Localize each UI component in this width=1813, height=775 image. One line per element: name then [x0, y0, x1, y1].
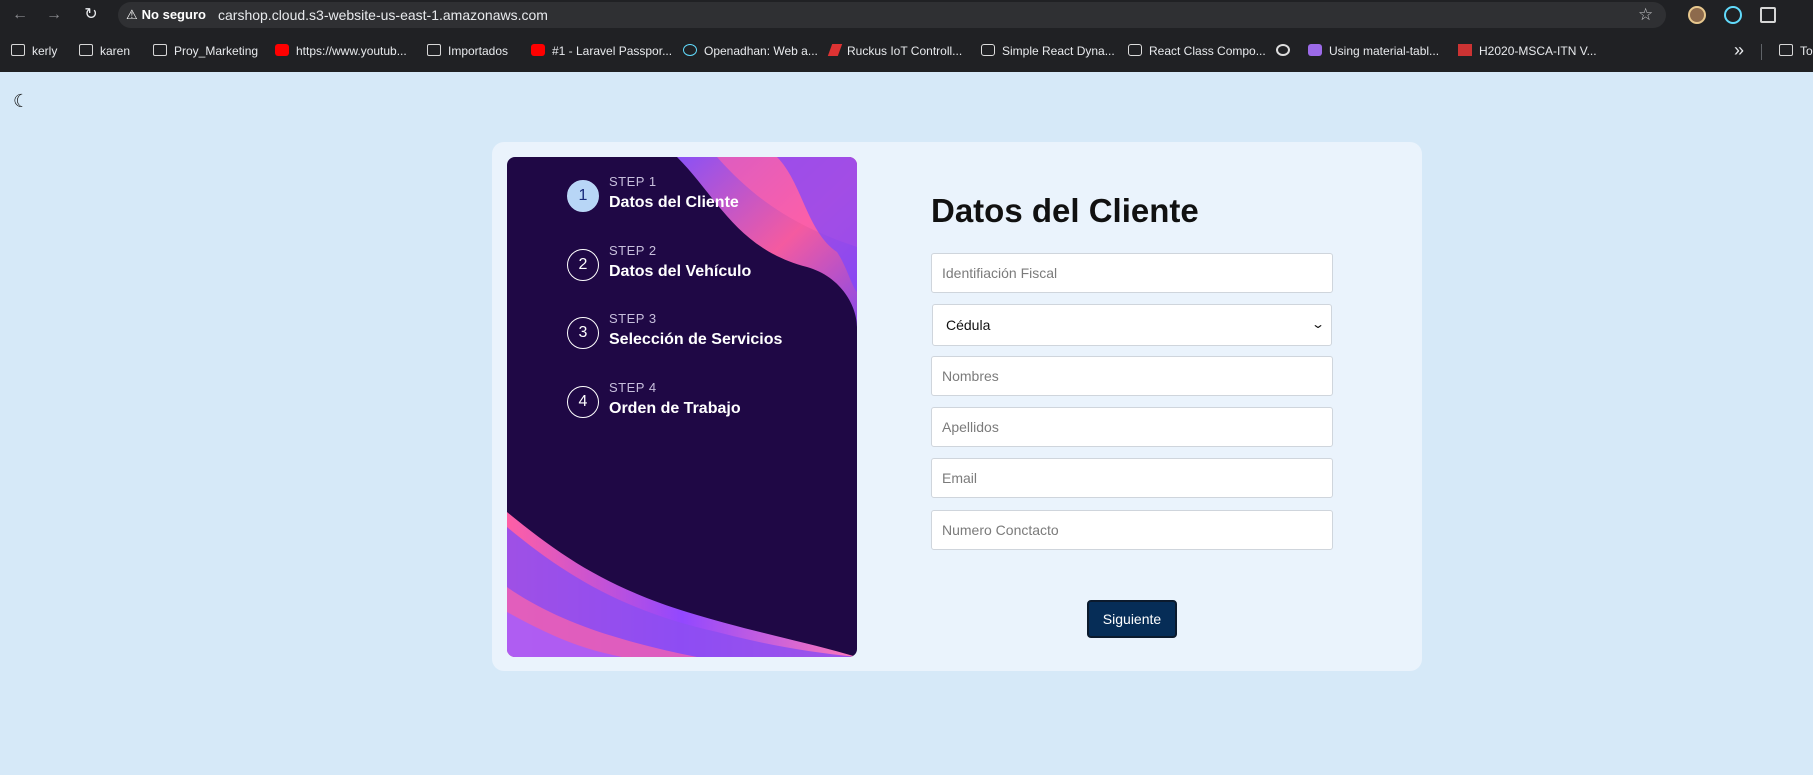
step-3-number: 3	[567, 317, 599, 349]
step-3[interactable]: 3 STEP 3 Selección de Servicios	[567, 311, 847, 367]
step-2-title: Datos del Vehículo	[609, 263, 752, 280]
step-4-kicker: STEP 4	[609, 380, 657, 395]
contact-number-input[interactable]	[931, 510, 1333, 550]
extensions-icon[interactable]	[1760, 7, 1776, 23]
warning-icon: ⚠	[126, 7, 138, 22]
document-type-select[interactable]: Cédula ⌄	[932, 304, 1332, 346]
bookmark-proy-marketing[interactable]: Proy_Marketing	[153, 42, 258, 60]
bookmark-label: #1 - Laravel Passpor...	[552, 44, 673, 58]
forward-icon[interactable]: →	[45, 6, 63, 24]
codesandbox-icon	[1128, 44, 1142, 56]
email-input[interactable]	[931, 458, 1333, 498]
bookmark-label: H2020-MSCA-ITN V...	[1479, 44, 1597, 58]
bookmark-kerly[interactable]: kerly	[11, 42, 57, 60]
youtube-icon	[275, 44, 289, 56]
step-4-title: Orden de Trabajo	[609, 400, 741, 417]
more-bookmarks-icon[interactable]: »	[1734, 41, 1744, 59]
bookmarks-separator	[1761, 44, 1762, 60]
profile-avatar-icon[interactable]	[1688, 6, 1706, 24]
globe-icon	[1276, 44, 1290, 56]
step-4[interactable]: 4 STEP 4 Orden de Trabajo	[567, 380, 847, 436]
reload-icon[interactable]: ↻	[82, 6, 100, 24]
h2020-icon	[1458, 44, 1472, 56]
bookmark-label: To	[1800, 44, 1813, 58]
bookmark-globe[interactable]	[1276, 42, 1297, 60]
bookmark-label: Simple React Dyna...	[1002, 44, 1115, 58]
ruckus-icon	[827, 44, 843, 56]
security-label: No seguro	[141, 7, 206, 22]
folder-icon	[1779, 44, 1793, 56]
bookmark-to[interactable]: To	[1779, 42, 1813, 60]
folder-icon	[153, 44, 167, 56]
bookmark-label: Importados	[448, 44, 509, 58]
react-devtools-icon[interactable]	[1724, 6, 1742, 24]
step-1[interactable]: 1 STEP 1 Datos del Cliente	[567, 174, 847, 230]
bookmark-label: karen	[100, 44, 131, 58]
bookmark-react-class[interactable]: React Class Compo...	[1128, 42, 1266, 60]
theme-toggle-moon-icon[interactable]: ☾	[13, 91, 29, 112]
document-type-value: Cédula	[946, 317, 991, 333]
step-1-title: Datos del Cliente	[609, 194, 739, 211]
step-3-title: Selección de Servicios	[609, 331, 783, 348]
bookmark-ruckus[interactable]: Ruckus IoT Controll...	[827, 42, 963, 60]
folder-icon	[11, 44, 25, 56]
url-text[interactable]: carshop.cloud.s3-website-us-east-1.amazo…	[218, 2, 548, 28]
security-indicator[interactable]: ⚠ No seguro	[126, 2, 206, 28]
bookmark-label: kerly	[32, 44, 58, 58]
bookmark-label: Openadhan: Web a...	[704, 44, 818, 58]
step-2[interactable]: 2 STEP 2 Datos del Vehículo	[567, 243, 847, 299]
folder-icon	[79, 44, 93, 56]
bookmark-star-icon[interactable]: ☆	[1638, 2, 1653, 28]
step-2-kicker: STEP 2	[609, 243, 657, 258]
bookmark-youtube[interactable]: https://www.youtub...	[275, 42, 407, 60]
wizard-card: 1 STEP 1 Datos del Cliente 2 STEP 2 Dato…	[492, 142, 1422, 671]
step-3-kicker: STEP 3	[609, 311, 657, 326]
fiscal-id-input[interactable]	[931, 253, 1333, 293]
bookmarks-bar: kerly karen Proy_Marketing https://www.y…	[0, 30, 1813, 72]
browser-toolbar: ← → ↻ ⚠ No seguro carshop.cloud.s3-websit…	[0, 0, 1813, 30]
folder-icon	[427, 44, 441, 56]
bookmark-importados[interactable]: Importados	[427, 42, 508, 60]
names-input[interactable]	[931, 356, 1333, 396]
bookmark-label: Using material-tabl...	[1329, 44, 1440, 58]
bookmark-h2020[interactable]: H2020-MSCA-ITN V...	[1458, 42, 1597, 60]
material-ui-icon	[1308, 44, 1322, 56]
bookmark-material-table[interactable]: Using material-tabl...	[1308, 42, 1439, 60]
bookmark-label: https://www.youtub...	[296, 44, 407, 58]
surnames-input[interactable]	[931, 407, 1333, 447]
step-1-kicker: STEP 1	[609, 174, 657, 189]
chevron-down-icon: ⌄	[1310, 317, 1326, 331]
codesandbox-icon	[981, 44, 995, 56]
page-title: Datos del Cliente	[931, 192, 1199, 229]
bookmark-simple-react[interactable]: Simple React Dyna...	[981, 42, 1115, 60]
bookmark-label: React Class Compo...	[1149, 44, 1266, 58]
step-1-number: 1	[567, 180, 599, 212]
youtube-icon	[531, 44, 545, 56]
react-icon	[683, 44, 697, 56]
bookmark-openadhan[interactable]: Openadhan: Web a...	[683, 42, 818, 60]
address-bar[interactable]: ⚠ No seguro carshop.cloud.s3-website-us-e…	[118, 2, 1666, 28]
bookmark-laravel-passport[interactable]: #1 - Laravel Passpor...	[531, 42, 672, 60]
bookmark-label: Ruckus IoT Controll...	[847, 44, 963, 58]
bookmark-karen[interactable]: karen	[79, 42, 130, 60]
step-2-number: 2	[567, 249, 599, 281]
steps-sidebar: 1 STEP 1 Datos del Cliente 2 STEP 2 Dato…	[507, 157, 857, 657]
step-4-number: 4	[567, 386, 599, 418]
bookmark-label: Proy_Marketing	[174, 44, 259, 58]
next-button[interactable]: Siguiente	[1087, 600, 1177, 638]
back-icon[interactable]: ←	[11, 6, 29, 24]
